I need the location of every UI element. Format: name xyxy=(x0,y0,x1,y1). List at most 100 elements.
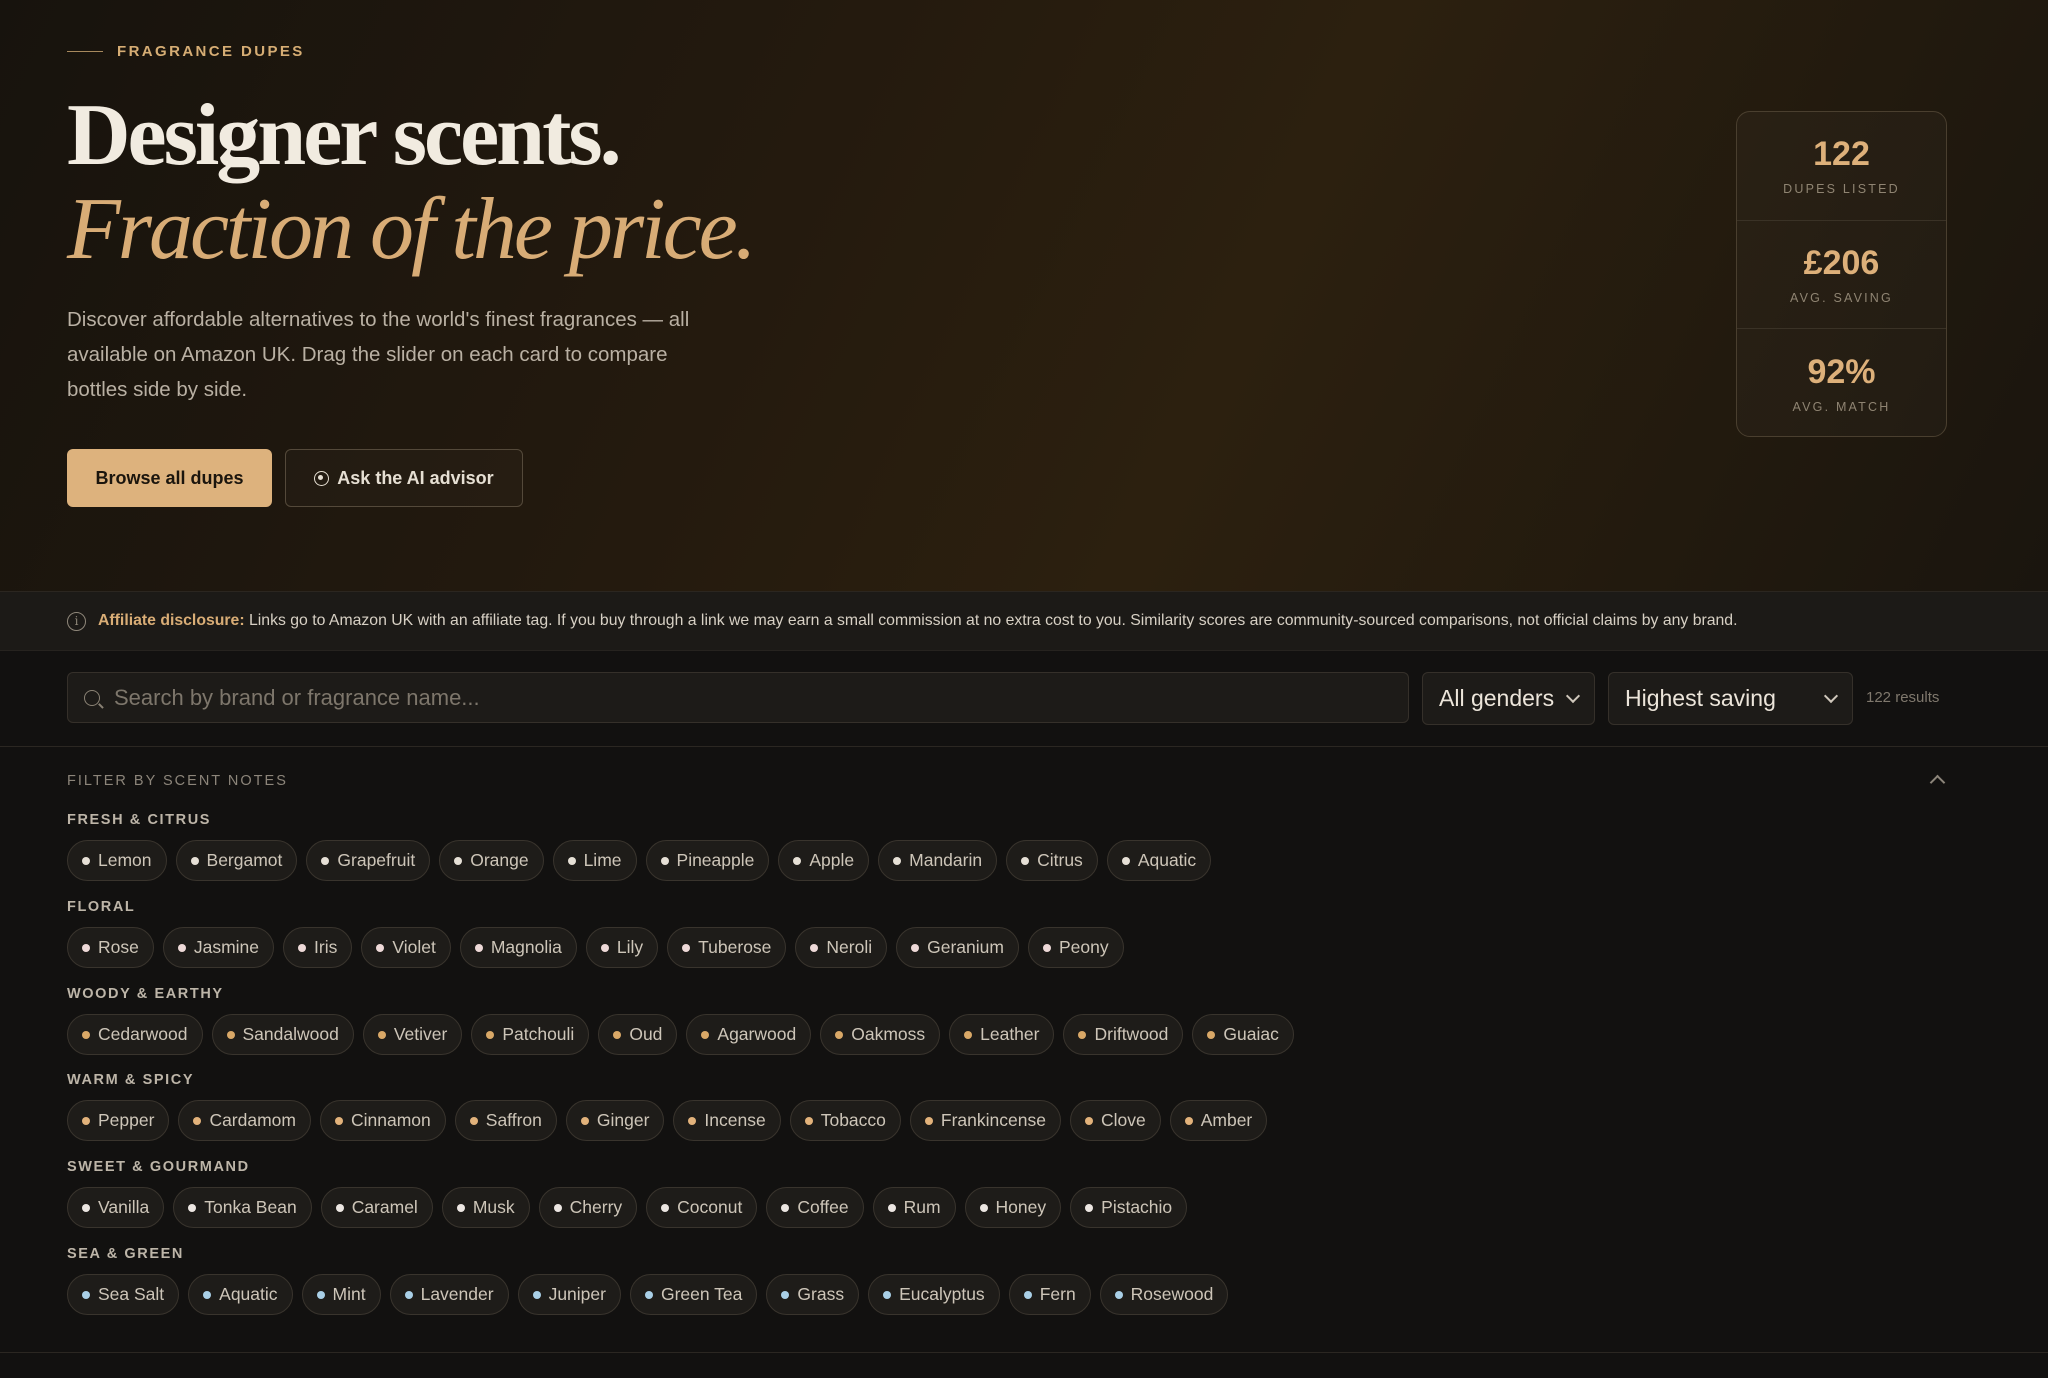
note-chip[interactable]: Honey xyxy=(964,1187,1062,1228)
chevron-down-icon xyxy=(1565,688,1581,704)
note-chip-label: Rum xyxy=(903,1197,941,1217)
note-chip[interactable]: Iris xyxy=(283,927,353,968)
note-chip-label: Violet xyxy=(392,937,436,957)
note-chip[interactable]: Grapefruit xyxy=(306,840,431,881)
note-chip[interactable]: Incense xyxy=(673,1100,781,1141)
note-chip[interactable]: Oud xyxy=(598,1014,678,1055)
note-chip-label: Caramel xyxy=(351,1197,418,1217)
note-chip-label: Cherry xyxy=(569,1197,623,1217)
note-chip[interactable]: Amber xyxy=(1169,1100,1268,1141)
divider xyxy=(0,1352,2048,1353)
note-chip-label: Eucalyptus xyxy=(899,1284,985,1304)
note-chip[interactable]: Lavender xyxy=(389,1274,509,1315)
note-chip[interactable]: Guaiac xyxy=(1192,1014,1294,1055)
hero-eyebrow: FRAGRANCE DUPES xyxy=(67,43,305,60)
note-chip[interactable]: Violet xyxy=(361,927,451,968)
note-dot-icon xyxy=(911,943,920,952)
note-dot-icon xyxy=(979,1203,988,1212)
note-chip-label: Lime xyxy=(583,850,622,870)
note-chip[interactable]: Cinnamon xyxy=(320,1100,446,1141)
note-chip[interactable]: Bergamot xyxy=(175,840,298,881)
note-chip-list: Pepper Cardamom Cinnamon Saffron Ginger Incen… xyxy=(67,1100,1268,1141)
note-chip[interactable]: Pineapple xyxy=(645,840,770,881)
browse-all-dupes-button[interactable]: Browse all dupes xyxy=(67,449,272,507)
note-chip[interactable]: Pistachio xyxy=(1070,1187,1188,1228)
note-chip[interactable]: Aquatic xyxy=(188,1274,293,1315)
note-chip[interactable]: Citrus xyxy=(1006,840,1098,881)
note-dot-icon xyxy=(532,1290,541,1299)
note-chip[interactable]: Tuberose xyxy=(667,927,787,968)
note-chip[interactable]: Juniper xyxy=(517,1274,621,1315)
note-chip-label: Grapefruit xyxy=(337,850,416,870)
note-chip[interactable]: Rosewood xyxy=(1099,1274,1229,1315)
note-chip[interactable]: Lily xyxy=(585,927,659,968)
note-chip-label: Pineapple xyxy=(676,850,755,870)
note-chip[interactable]: Geranium xyxy=(896,927,1019,968)
note-chip-label: Aquatic xyxy=(1137,850,1197,870)
note-chip[interactable]: Apple xyxy=(778,840,870,881)
note-chip[interactable]: Driftwood xyxy=(1063,1014,1184,1055)
note-chip[interactable]: Clove xyxy=(1069,1100,1161,1141)
note-chip-label: Coffee xyxy=(797,1197,849,1217)
note-chip[interactable]: Sandalwood xyxy=(211,1014,354,1055)
note-chip[interactable]: Cherry xyxy=(538,1187,638,1228)
note-chip[interactable]: Eucalyptus xyxy=(868,1274,1000,1315)
note-chip[interactable]: Cardamom xyxy=(178,1100,311,1141)
gender-select[interactable]: All genders xyxy=(1422,672,1595,725)
note-chip[interactable]: Lemon xyxy=(67,840,167,881)
note-chip[interactable]: Tobacco xyxy=(789,1100,901,1141)
note-dot-icon xyxy=(474,943,483,952)
note-chip[interactable]: Rum xyxy=(872,1187,956,1228)
note-chip[interactable]: Leather xyxy=(949,1014,1055,1055)
note-chip-label: Lemon xyxy=(98,850,152,870)
stat-value: £206 xyxy=(1803,243,1880,282)
note-chip[interactable]: Ginger xyxy=(565,1100,665,1141)
note-group: WARM & SPICY Pepper Cardamom Cinnamon Saffro… xyxy=(67,1072,1268,1141)
note-chip-label: Clove xyxy=(1100,1110,1146,1130)
note-chip[interactable]: Frankincense xyxy=(909,1100,1061,1141)
note-chip-label: Peony xyxy=(1058,937,1109,957)
note-dot-icon xyxy=(1023,1290,1032,1299)
note-dot-icon xyxy=(688,1116,697,1125)
note-chip[interactable]: Mint xyxy=(301,1274,381,1315)
note-chip[interactable]: Saffron xyxy=(454,1100,557,1141)
note-chip[interactable]: Grass xyxy=(766,1274,860,1315)
note-chip-label: Incense xyxy=(704,1110,766,1130)
note-chip[interactable]: Magnolia xyxy=(459,927,577,968)
sort-select[interactable]: Highest saving xyxy=(1608,672,1853,725)
note-chip[interactable]: Coconut xyxy=(646,1187,758,1228)
stat-value: 122 xyxy=(1813,135,1870,174)
hero-title-line1: Designer scents. xyxy=(67,87,622,184)
note-chip[interactable]: Musk xyxy=(441,1187,530,1228)
note-chip[interactable]: Caramel xyxy=(320,1187,433,1228)
note-chip[interactable]: Patchouli xyxy=(471,1014,590,1055)
note-chip[interactable]: Vetiver xyxy=(362,1014,463,1055)
note-chip-list: Rose Jasmine Iris Violet Magnolia Lily Tuberos… xyxy=(67,927,1124,968)
note-chip[interactable]: Cedarwood xyxy=(67,1014,203,1055)
note-chip-list: Cedarwood Sandalwood Vetiver Patchouli Oud Ag… xyxy=(67,1014,1294,1055)
note-chip[interactable]: Oakmoss xyxy=(820,1014,941,1055)
note-chip[interactable]: Sea Salt xyxy=(67,1274,180,1315)
note-chip[interactable]: Jasmine xyxy=(162,927,275,968)
note-chip[interactable]: Agarwood xyxy=(686,1014,812,1055)
search-box[interactable] xyxy=(67,672,1409,723)
note-chip[interactable]: Aquatic xyxy=(1106,840,1212,881)
note-chip[interactable]: Neroli xyxy=(795,927,888,968)
note-chip[interactable]: Lime xyxy=(552,840,637,881)
chevron-up-icon[interactable] xyxy=(1929,774,1946,791)
note-chip[interactable]: Tonka Bean xyxy=(173,1187,312,1228)
note-chip[interactable]: Green Tea xyxy=(629,1274,758,1315)
note-chip[interactable]: Coffee xyxy=(766,1187,864,1228)
note-chip[interactable]: Fern xyxy=(1008,1274,1091,1315)
ask-ai-advisor-button[interactable]: Ask the AI advisor xyxy=(285,449,523,507)
note-chip[interactable]: Mandarin xyxy=(878,840,998,881)
note-chip[interactable]: Rose xyxy=(67,927,154,968)
note-chip[interactable]: Vanilla xyxy=(67,1187,165,1228)
note-chip[interactable]: Pepper xyxy=(67,1100,170,1141)
note-dot-icon xyxy=(781,1203,790,1212)
note-chip-label: Pistachio xyxy=(1101,1197,1173,1217)
note-dot-icon xyxy=(567,856,576,865)
search-input[interactable] xyxy=(114,684,1364,711)
note-chip[interactable]: Orange xyxy=(439,840,544,881)
note-chip[interactable]: Peony xyxy=(1027,927,1124,968)
